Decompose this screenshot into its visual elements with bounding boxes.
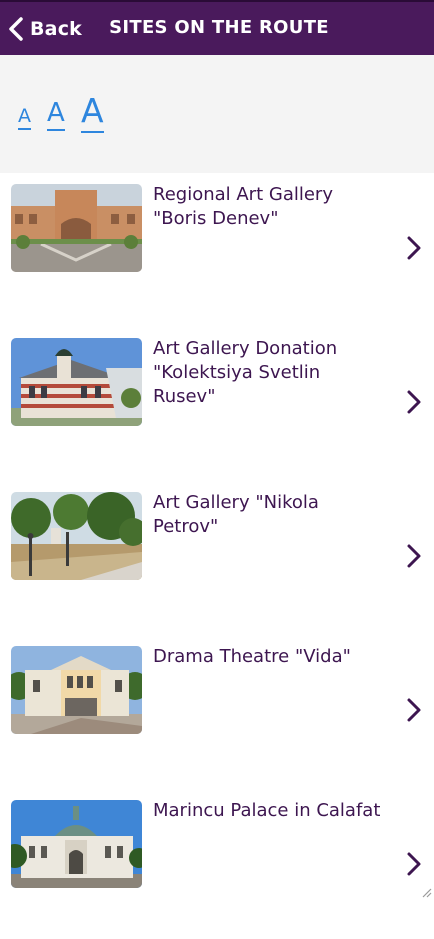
- chevron-right-icon: [406, 389, 422, 415]
- underline: [81, 131, 104, 133]
- gallery-photo: [11, 184, 142, 272]
- top-bar: Back SITES ON THE ROUTE: [0, 0, 434, 55]
- site-list-item[interactable]: Art Gallery Donation "Kolektsiya Svetlin…: [0, 327, 434, 477]
- font-size-small-button[interactable]: A: [18, 105, 31, 130]
- font-size-bar: A A A: [0, 55, 434, 173]
- site-thumbnail: [11, 492, 142, 580]
- font-size-medium-button[interactable]: A: [47, 98, 65, 131]
- site-title: Art Gallery "Nikola Petrov": [153, 492, 319, 537]
- font-size-large-button[interactable]: A: [81, 91, 104, 133]
- site-list-item[interactable]: Marincu Palace in Calafat: [0, 789, 434, 939]
- site-thumbnail: [11, 646, 142, 734]
- chevron-right-icon: [406, 851, 422, 877]
- page-title: SITES ON THE ROUTE: [109, 17, 329, 38]
- site-title: Regional Art Gallery "Boris Denev": [153, 184, 333, 229]
- resize-grip-icon[interactable]: [420, 886, 432, 898]
- font-size-medium-label: A: [47, 98, 65, 128]
- site-title: Drama Theatre "Vida": [153, 646, 351, 667]
- site-title: Marincu Palace in Calafat: [153, 800, 381, 821]
- chevron-right-icon: [406, 697, 422, 723]
- site-list-item[interactable]: Regional Art Gallery "Boris Denev": [0, 173, 434, 323]
- underline: [18, 128, 31, 130]
- chevron-right-icon: [406, 543, 422, 569]
- site-list-item[interactable]: Drama Theatre "Vida": [0, 635, 434, 785]
- site-list-item[interactable]: Art Gallery "Nikola Petrov": [0, 481, 434, 631]
- site-thumbnail: [11, 338, 142, 426]
- theatre-photo: [11, 646, 142, 734]
- palace-photo: [11, 800, 142, 888]
- gallery-photo: [11, 492, 142, 580]
- site-thumbnail: [11, 184, 142, 272]
- gallery-photo: [11, 338, 142, 426]
- font-size-small-label: A: [18, 105, 31, 127]
- underline: [47, 129, 65, 131]
- site-title: Art Gallery Donation "Kolektsiya Svetlin…: [153, 338, 338, 407]
- font-size-large-label: A: [81, 91, 104, 130]
- chevron-right-icon: [406, 235, 422, 261]
- site-thumbnail: [11, 800, 142, 888]
